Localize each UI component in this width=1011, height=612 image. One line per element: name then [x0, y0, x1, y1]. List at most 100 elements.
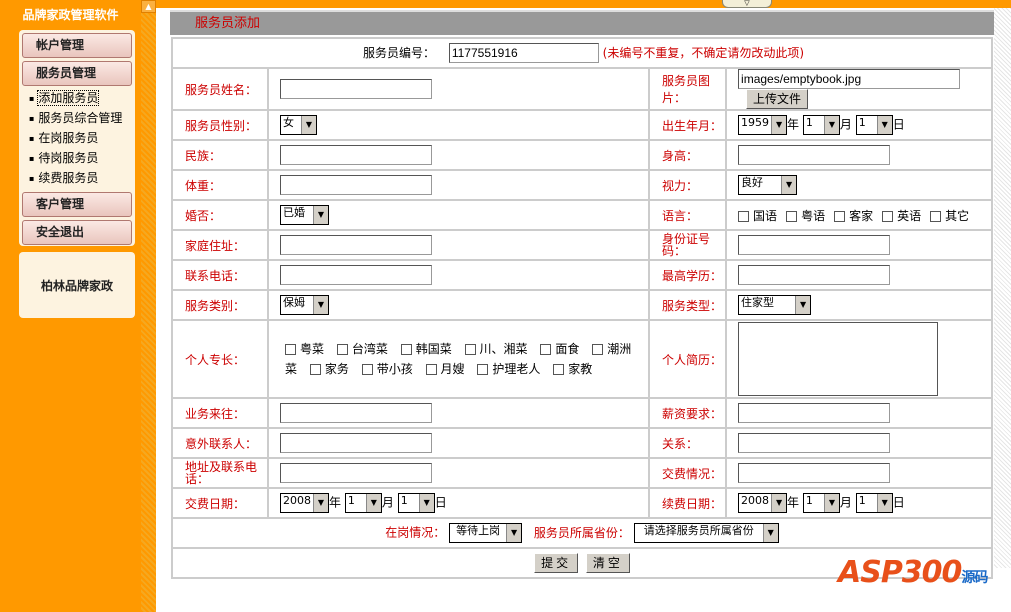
select-value: 1959: [741, 116, 770, 129]
status-select[interactable]: 等待上岗 ▼: [449, 523, 523, 543]
renew-year-select[interactable]: 2008 ▼: [738, 493, 788, 513]
birth-day-select[interactable]: 1 ▼: [855, 115, 893, 135]
select-value: 2008: [741, 494, 770, 507]
lang-checkbox[interactable]: [738, 210, 750, 222]
skill-checkbox[interactable]: [553, 364, 565, 375]
skill-checkbox[interactable]: [477, 364, 489, 375]
pay-month-select[interactable]: 1 ▼: [344, 493, 382, 513]
submenu-renew[interactable]: 续费服务员: [29, 169, 135, 189]
biz-input[interactable]: [280, 403, 432, 423]
svctype-select[interactable]: 住家型 ▼: [738, 295, 812, 315]
clear-button[interactable]: 清空: [585, 553, 630, 573]
upload-button[interactable]: 上传文件: [746, 89, 809, 109]
ethnic-input[interactable]: [280, 145, 432, 165]
birth-label: 出生年月：: [648, 109, 728, 141]
skill-option: 面食: [540, 342, 579, 356]
select-value: 良好: [741, 176, 764, 189]
year-unit: 年: [787, 495, 800, 510]
edu-input[interactable]: [738, 265, 891, 285]
skill-checkbox[interactable]: [400, 344, 412, 355]
lang-option: 国语: [753, 208, 778, 223]
phone-input[interactable]: [280, 265, 432, 285]
skill-checkbox[interactable]: [464, 344, 476, 355]
id-row: 服务员编号： (未编号不重复，不确定请勿改动此项): [171, 37, 993, 69]
menu-account[interactable]: 帐户管理: [22, 33, 132, 58]
height-label: 身高：: [648, 139, 728, 171]
id-input[interactable]: [448, 43, 599, 63]
skill-option: 韩国菜: [400, 342, 452, 356]
skill-label: 韩国菜: [415, 342, 452, 356]
scrollbar[interactable]: [994, 8, 1011, 568]
submenu-waiting[interactable]: 待岗服务员: [29, 149, 135, 169]
month-unit: 月: [381, 495, 394, 510]
submenu-staff-manage[interactable]: 服务员综合管理: [29, 109, 135, 129]
skill-checkbox[interactable]: [425, 364, 437, 375]
select-value: 女: [283, 116, 294, 129]
chevron-down-icon: ▼: [506, 524, 522, 542]
name-label: 服务员姓名：: [171, 67, 269, 111]
submenu-add-staff[interactable]: 添加服务员: [29, 89, 135, 109]
birth-month-select[interactable]: 1 ▼: [802, 115, 840, 135]
submit-button[interactable]: 提交: [534, 553, 579, 573]
lang-checkbox[interactable]: [930, 210, 942, 222]
skill-checkbox[interactable]: [285, 344, 296, 355]
select-value: 1: [805, 116, 813, 129]
lang-checkbox[interactable]: [882, 210, 894, 222]
toggle-top-icon[interactable]: ▽: [722, 0, 772, 8]
emerg-input[interactable]: [280, 433, 432, 453]
fee-input[interactable]: [738, 463, 891, 483]
menu-customer[interactable]: 客户管理: [22, 192, 132, 217]
vision-select[interactable]: 良好 ▼: [738, 175, 798, 195]
address-input[interactable]: [280, 235, 432, 255]
skill-option: 护理老人: [477, 362, 540, 376]
chevron-down-icon: ▼: [365, 494, 381, 512]
menu-logout[interactable]: 安全退出: [22, 220, 132, 245]
salary-input[interactable]: [738, 403, 891, 423]
skill-checkbox[interactable]: [361, 364, 373, 375]
renew-day-select[interactable]: 1 ▼: [855, 493, 893, 513]
chevron-down-icon: ▼: [771, 116, 787, 134]
emerg-label: 意外联系人：: [171, 427, 269, 459]
select-value: 等待上岗: [456, 524, 501, 537]
collapse-sidebar-icon[interactable]: ▲: [141, 0, 156, 13]
idcard-input[interactable]: [738, 235, 891, 255]
prov-select[interactable]: 请选择服务员所属省份 ▼: [633, 523, 779, 543]
submenu-onduty[interactable]: 在岗服务员: [29, 129, 135, 149]
submenu-label: 添加服务员: [37, 90, 100, 106]
rel-input[interactable]: [738, 433, 891, 453]
pay-day-select[interactable]: 1 ▼: [397, 493, 435, 513]
birth-year-select[interactable]: 1959 ▼: [738, 115, 788, 135]
chevron-down-icon: ▼: [823, 116, 839, 134]
renew-month-select[interactable]: 1 ▼: [802, 493, 840, 513]
svc-select[interactable]: 保姆 ▼: [280, 295, 329, 315]
gender-select[interactable]: 女 ▼: [280, 115, 317, 135]
lang-checkbox[interactable]: [834, 210, 846, 222]
addrphone-input[interactable]: [280, 463, 432, 483]
name-input[interactable]: [280, 79, 432, 99]
chevron-down-icon: ▼: [301, 116, 316, 134]
select-value: 住家型: [741, 296, 775, 309]
height-input[interactable]: [738, 145, 891, 165]
skill-label: 台湾菜: [351, 342, 388, 356]
biz-label: 业务来往：: [171, 397, 269, 429]
submenu-label: 在岗服务员: [38, 131, 99, 145]
pay-year-select[interactable]: 2008 ▼: [280, 493, 329, 513]
rel-label: 关系：: [648, 427, 728, 459]
app-title: 品牌家政管理软件: [22, 8, 119, 22]
skill-label: 家务: [324, 362, 349, 376]
skill-checkbox[interactable]: [336, 344, 348, 355]
select-value: 已婚: [283, 206, 305, 219]
married-select[interactable]: 已婚 ▼: [280, 205, 329, 225]
resume-textarea[interactable]: [738, 322, 939, 396]
vision-label: 视力：: [648, 169, 728, 201]
photo-label: 服务员图片：: [648, 67, 728, 111]
skill-option: 月嫂: [425, 362, 465, 376]
menu-staff[interactable]: 服务员管理: [22, 61, 132, 86]
lang-checkbox[interactable]: [786, 210, 798, 222]
splitter[interactable]: [141, 0, 156, 612]
skill-checkbox[interactable]: [592, 344, 604, 355]
skill-checkbox[interactable]: [309, 364, 321, 375]
photo-input[interactable]: [738, 69, 961, 89]
weight-input[interactable]: [280, 175, 432, 195]
skill-checkbox[interactable]: [540, 344, 552, 355]
